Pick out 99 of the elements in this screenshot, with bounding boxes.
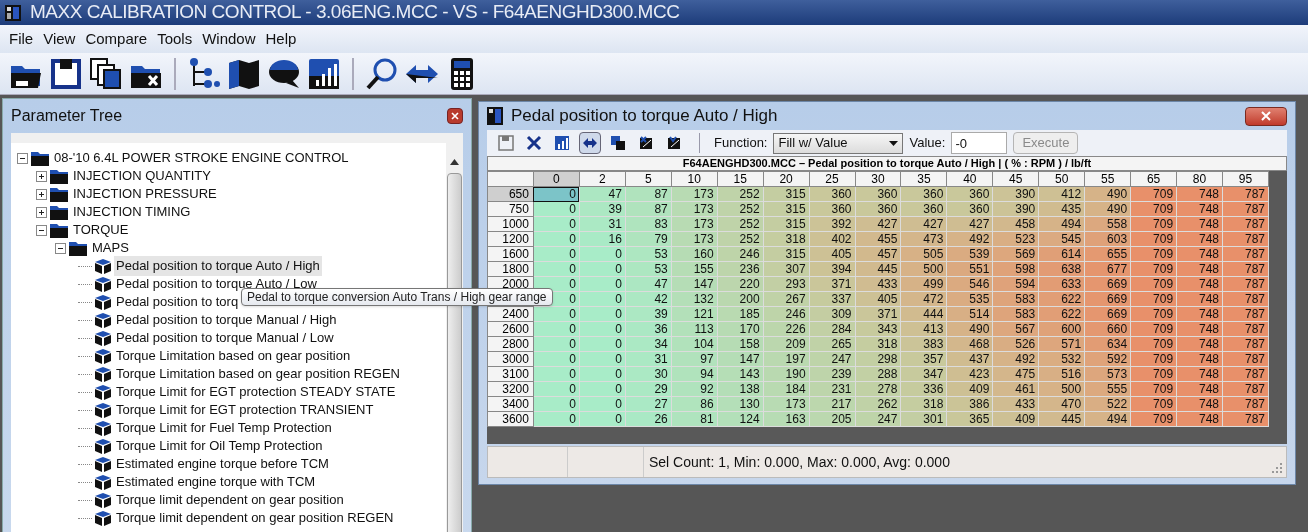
map-icon <box>487 107 503 125</box>
tree-item[interactable]: Torque Limitation based on gear position <box>114 346 353 366</box>
save-icon <box>498 135 514 151</box>
cube-icon <box>95 456 111 472</box>
tree-item[interactable]: Pedal position to torque Manual / Low <box>114 328 336 348</box>
cube-icon <box>95 420 111 436</box>
collapse-icon[interactable] <box>55 242 66 254</box>
function-label: Function: <box>714 134 768 153</box>
collapse-icon[interactable] <box>17 152 28 164</box>
close-icon <box>1261 111 1271 121</box>
tree-item[interactable]: TORQUE <box>71 220 129 240</box>
menu-item[interactable]: Window <box>197 27 261 51</box>
tree-item[interactable]: Torque limit dependent on gear position <box>114 490 346 510</box>
menu-item[interactable]: Compare <box>80 27 153 51</box>
double-arrow-icon <box>582 135 598 151</box>
resize-grip-icon[interactable] <box>1272 463 1282 473</box>
close-icon <box>526 135 542 151</box>
cube-icon <box>95 474 111 490</box>
scroll-up-icon[interactable] <box>450 159 459 165</box>
tree-item[interactable]: Torque limit dependent on gear position REGEN <box>114 508 396 528</box>
status-text: Sel Count: 1, Min: 0.000, Max: 0.000, Avg: 0.000 <box>648 452 951 472</box>
menu-item[interactable]: File <box>4 27 39 51</box>
column-header: 10 <box>671 171 718 187</box>
cube-icon <box>95 402 111 418</box>
cube-icon <box>95 258 111 274</box>
tree-item[interactable]: Torque Limit for EGT protection STEADY STATE <box>114 382 398 402</box>
column-header: 55 <box>1084 171 1131 187</box>
folder-icon <box>50 168 68 184</box>
cube-icon <box>95 312 111 328</box>
tree-item[interactable]: MAPS <box>90 238 129 258</box>
column-header: 20 <box>763 171 810 187</box>
cube-icon <box>95 348 111 364</box>
column-header: 80 <box>1176 171 1223 187</box>
folder-icon <box>50 186 68 202</box>
column-header: 35 <box>900 171 947 187</box>
folder-icon <box>69 240 87 256</box>
grid-y-icon <box>666 135 682 151</box>
bar-chart-icon <box>554 135 570 151</box>
column-header: 2 <box>579 171 626 187</box>
table-caption: F64AENGHD300.MCC – Pedal position to torque Auto / High | ( % : RPM ) / lb/ft <box>487 156 1287 171</box>
app-icon <box>4 3 22 22</box>
cube-icon <box>95 276 111 292</box>
column-header: 45 <box>992 171 1039 187</box>
folder-icon <box>31 150 49 166</box>
function-dropdown[interactable]: Fill w/ Value <box>773 132 904 154</box>
tree-item[interactable]: INJECTION QUANTITY <box>71 166 211 186</box>
column-header: 5 <box>625 171 672 187</box>
expand-icon[interactable] <box>36 188 47 200</box>
menu-item[interactable]: View <box>38 27 81 51</box>
column-header: 30 <box>855 171 901 187</box>
close-icon <box>451 112 459 120</box>
cube-icon <box>95 366 111 382</box>
map-window-title: Pedal position to torque Auto / High <box>511 105 779 128</box>
tree-item[interactable]: Torque Limitation based on gear position REGEN <box>114 364 402 384</box>
folder-icon <box>50 204 68 220</box>
expand-icon[interactable] <box>36 206 47 218</box>
tree-item[interactable]: Torque Limit for EGT protection TRANSIENT <box>114 400 376 420</box>
close-button[interactable] <box>1245 106 1287 126</box>
cube-icon <box>95 510 111 526</box>
tree-item[interactable]: Torque Limit for Oil Temp Protection <box>114 436 325 456</box>
tree-item[interactable]: Estimated engine torque before TCM <box>114 454 331 474</box>
tree-item[interactable]: Pedal position to torque Auto / High <box>114 256 322 276</box>
grid-x-icon <box>638 135 654 151</box>
tree-item[interactable]: Pedal position to torq <box>114 292 241 312</box>
window-title: MAXX CALIBRATION CONTROL - 3.06ENG.MCC - VS - F64AENGHD300.MCC <box>30 0 680 25</box>
tree-item[interactable]: Pedal position to torque Manual / High <box>114 310 339 330</box>
copy-icon[interactable] <box>88 55 124 92</box>
cube-icon <box>95 384 111 400</box>
tree-item[interactable]: 08-'10 6.4L POWER STROKE ENGINE CONTROL <box>52 148 349 168</box>
tree-item[interactable]: Estimated engine torque with TCM <box>114 472 318 492</box>
column-header: 0 <box>533 171 580 187</box>
copy-icon <box>610 135 626 151</box>
column-header: 15 <box>717 171 764 187</box>
header-cell <box>487 171 534 187</box>
caret-icon <box>889 140 899 146</box>
folder-icon <box>50 222 68 238</box>
menu-item[interactable]: Help <box>260 27 302 51</box>
value-label: Value: <box>909 134 946 153</box>
cube-icon <box>95 438 111 454</box>
close-button[interactable] <box>447 108 463 124</box>
double-arrow-button[interactable] <box>579 132 601 154</box>
menu-item[interactable]: Tools <box>152 27 198 51</box>
column-header: 65 <box>1130 171 1177 187</box>
cube-icon <box>95 330 111 346</box>
panel-title: Parameter Tree <box>11 106 123 126</box>
column-header: 95 <box>1222 171 1269 187</box>
save-button[interactable] <box>495 132 517 154</box>
cube-icon <box>95 294 111 310</box>
cube-icon <box>95 492 111 508</box>
expand-icon[interactable] <box>36 170 47 182</box>
tree-item[interactable]: INJECTION PRESSURE <box>71 184 217 204</box>
column-header: 50 <box>1038 171 1085 187</box>
column-header: 40 <box>946 171 993 187</box>
column-header: 25 <box>809 171 855 187</box>
tree-item[interactable]: Torque Limit for Fuel Temp Protection <box>114 418 334 438</box>
tree-item[interactable]: INJECTION TIMING <box>71 202 191 222</box>
tooltip: Pedal to torque conversion Auto Trans / High gear range <box>241 288 553 306</box>
value-field[interactable]: -0 <box>951 132 1008 154</box>
collapse-icon[interactable] <box>36 224 47 236</box>
